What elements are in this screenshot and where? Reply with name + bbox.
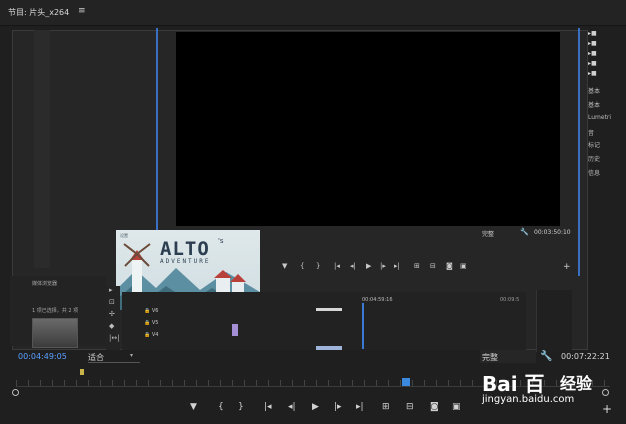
lock-icon[interactable]: 🔒 (144, 308, 150, 314)
step-back-icon[interactable]: ◂| (350, 262, 356, 270)
folder-icon[interactable]: ▸■ (588, 30, 597, 37)
title-bar (0, 0, 626, 26)
zoom-scroll-handle-right[interactable] (602, 389, 609, 396)
menu-icon[interactable]: ≡ (78, 6, 86, 16)
baidu-url: jingyan.baidu.com (482, 394, 575, 405)
selection-tool-icon[interactable]: ▸ (109, 286, 113, 294)
step-back-icon[interactable]: ◂| (288, 402, 296, 412)
playback-resolution-label[interactable]: 完整 (482, 352, 498, 363)
add-marker-icon[interactable]: ▼ (190, 402, 197, 412)
extract-icon[interactable]: ⊟ (406, 402, 414, 412)
folder-icon[interactable]: ▸■ (588, 70, 597, 77)
timeline-clip[interactable] (316, 308, 342, 311)
transport-controls: ▼ { } |◂ ◂| ▶ |▸ ▸| ⊞ ⊟ ◙ ▣ (190, 402, 470, 416)
folder-icon[interactable]: ▸■ (588, 60, 597, 67)
panel-tab-label[interactable]: 媒体浏览器 (32, 280, 57, 287)
settings-wrench-icon[interactable]: 🔧 (540, 351, 552, 362)
panel-item[interactable]: Lumetri (588, 114, 611, 121)
wrench-icon[interactable]: 🔧 (520, 228, 529, 236)
nested-right-border (578, 28, 580, 276)
button-editor-icon[interactable]: + (602, 402, 612, 416)
lock-icon[interactable]: 🔒 (144, 320, 150, 326)
panel-item[interactable]: 基本 (588, 86, 600, 95)
timeline-current-timecode: 00:04:59:16 (362, 297, 393, 303)
in-point-marker[interactable] (80, 369, 84, 375)
media-thumbnail[interactable] (32, 318, 78, 348)
folder-icon[interactable]: ▸■ (588, 50, 597, 57)
track-header[interactable]: 🔒 V6 (144, 308, 244, 314)
track-label: V4 (151, 332, 159, 338)
window-title: 节目: 片头_x264 (8, 8, 70, 17)
track-label: V6 (151, 308, 159, 314)
panel-item[interactable]: 信息 (588, 168, 600, 177)
play-icon[interactable]: ▶ (366, 262, 371, 270)
track-select-icon[interactable]: ⊡ (109, 298, 115, 306)
zoom-select-label[interactable]: 适合 (88, 352, 104, 363)
playhead[interactable] (402, 378, 410, 386)
chevron-down-icon[interactable]: ▾ (130, 352, 133, 359)
timeline-playhead[interactable] (362, 303, 364, 349)
panel-item[interactable]: 标记 (588, 140, 600, 149)
panel-item[interactable]: 基本 (588, 100, 600, 109)
right-panel-list: ▸■ ▸■ ▸■ ▸■ ▸■ 基本 基本 Lumetri 音 标记 历史 信息 (585, 28, 626, 328)
timeline-clip[interactable] (316, 346, 342, 350)
export-frame-icon[interactable]: ◙ (430, 402, 439, 412)
baidu-logo: Bai 百 (482, 372, 545, 396)
slip-tool-icon[interactable]: |↔| (109, 334, 120, 342)
go-to-in-icon[interactable]: |◂ (334, 262, 340, 270)
comparison-view-icon[interactable]: ▣ (452, 402, 461, 412)
go-to-out-icon[interactable]: ▸| (394, 262, 400, 270)
tools-panel: ▸ ⊡ ✢ ◆ |↔| (106, 286, 120, 350)
add-button-icon[interactable]: + (563, 262, 571, 272)
timeline-clip[interactable] (232, 324, 238, 336)
inner-quality-select[interactable]: 完整 (482, 229, 494, 238)
insert-icon[interactable]: ⊞ (414, 262, 420, 270)
go-to-out-icon[interactable]: ▸| (356, 402, 364, 412)
game-title: ALTO (160, 238, 210, 260)
video-preview[interactable] (176, 32, 560, 226)
lock-icon[interactable]: 🔒 (144, 332, 150, 338)
panel-item[interactable]: 历史 (588, 154, 600, 163)
folder-icon[interactable]: ▸■ (588, 40, 597, 47)
compare-icon[interactable]: ▣ (460, 262, 467, 270)
camera-icon[interactable]: ◙ (446, 262, 453, 270)
current-timecode[interactable]: 00:04:49:05 (18, 352, 67, 361)
track-header[interactable]: 🔒 V5 (144, 320, 244, 326)
timeline-end-timecode: 00:09:5 (500, 297, 520, 303)
razor-icon[interactable]: ◆ (109, 322, 114, 330)
mark-in-icon[interactable]: { (300, 262, 304, 270)
game-subtitle: ADVENTURE (160, 258, 211, 265)
selection-count: 1 项已选择，共 2 项 (32, 308, 79, 314)
step-forward-icon[interactable]: |▸ (380, 262, 386, 270)
game-title-suffix: 's (218, 237, 224, 245)
go-to-in-icon[interactable]: |◂ (264, 402, 272, 412)
zoom-scroll-handle-left[interactable] (12, 389, 19, 396)
play-icon[interactable]: ▶ (312, 402, 319, 412)
settings-label: 设置 (120, 233, 128, 238)
marker-icon[interactable]: ▼ (282, 262, 287, 270)
duration-timecode: 00:07:22:21 (561, 352, 610, 361)
track-label: V5 (151, 320, 159, 326)
nested-left-sidebar (34, 30, 50, 268)
step-forward-icon[interactable]: |▸ (334, 402, 342, 412)
overwrite-icon[interactable]: ⊟ (430, 262, 436, 270)
inner-transport-controls: ▼ { } |◂ ◂| ▶ |▸ ▸| ⊞ ⊟ ◙ ▣ (282, 262, 562, 274)
track-header[interactable]: 🔒 V4 (144, 332, 244, 338)
lift-icon[interactable]: ⊞ (382, 402, 390, 412)
mark-out-icon[interactable]: } (316, 262, 320, 270)
panel-item[interactable]: 音 (588, 128, 594, 137)
audio-meters (536, 290, 572, 352)
mark-in-icon[interactable]: { (218, 402, 224, 412)
ripple-edit-icon[interactable]: ✢ (109, 310, 115, 318)
mark-out-icon[interactable]: } (238, 402, 244, 412)
baidu-jingyan-text: 经验 (560, 374, 593, 393)
inner-duration-timecode: 00:03:50:10 (534, 229, 571, 236)
